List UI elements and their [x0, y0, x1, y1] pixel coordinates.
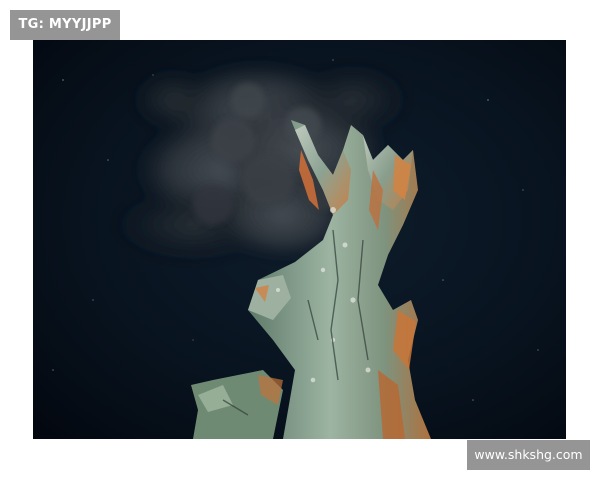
page: TG: MYYJJPP www.shkshg.com: [0, 0, 600, 480]
photo-illustration: [33, 40, 566, 439]
photo-hydrothermal-vent: [33, 40, 566, 439]
watermark-top-left: TG: MYYJJPP: [10, 10, 120, 40]
watermark-bottom-right: www.shkshg.com: [467, 440, 590, 470]
